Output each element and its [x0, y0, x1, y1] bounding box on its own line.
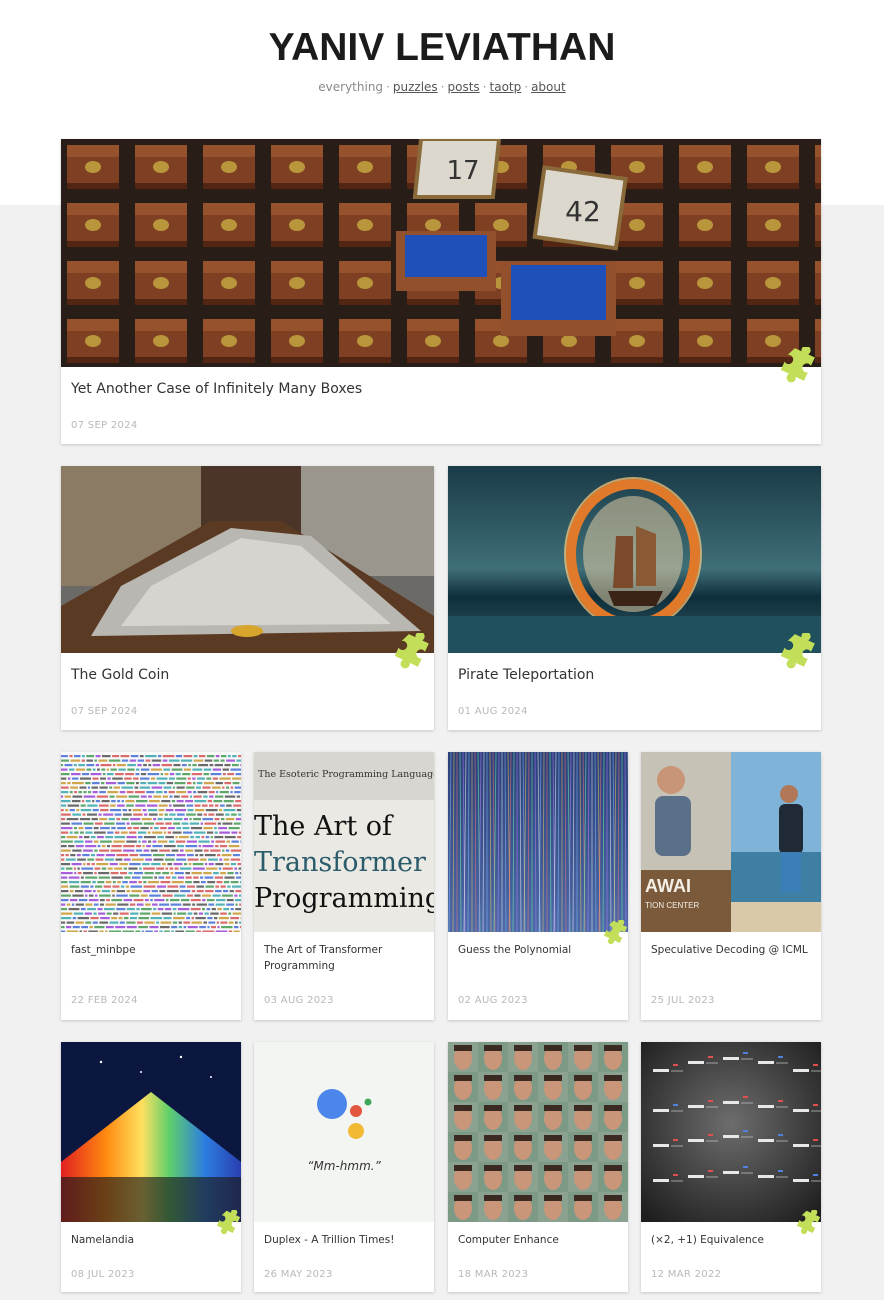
post-title[interactable]: The Gold Coin — [71, 667, 424, 683]
post-image[interactable] — [448, 752, 628, 932]
post-card[interactable]: Namelandia 08 JUL 2023 — [61, 1042, 243, 1292]
puzzle-icon — [794, 1210, 823, 1238]
post-date: 26 MAY 2023 — [264, 1269, 333, 1280]
nav-puzzles[interactable]: puzzles — [393, 80, 438, 94]
post-image[interactable]: The Esoteric Programming Language at the… — [254, 752, 434, 932]
post-title[interactable]: The Art of Transformer Programming — [264, 942, 424, 974]
post-title[interactable]: Computer Enhance — [458, 1232, 618, 1248]
post-card[interactable]: Pirate Teleportation 01 AUG 2024 — [448, 466, 821, 730]
nav-posts[interactable]: posts — [448, 80, 480, 94]
post-card[interactable]: Computer Enhance 18 MAR 2023 — [448, 1042, 628, 1292]
post-card[interactable]: 17 42 Yet Another Case of Infinitely Man… — [61, 139, 821, 444]
nav-everything[interactable]: everything — [318, 80, 383, 94]
post-image[interactable] — [448, 1042, 628, 1222]
post-date: 22 FEB 2024 — [71, 995, 138, 1006]
book-title-line1: The Art of — [254, 811, 394, 842]
post-image[interactable] — [448, 466, 821, 653]
sign-text: AWAI — [645, 876, 691, 896]
post-image[interactable] — [61, 752, 241, 932]
nav-about[interactable]: about — [531, 80, 566, 94]
puzzle-icon — [391, 633, 432, 674]
book-title-line2: Transformer — [254, 847, 426, 878]
post-image[interactable] — [61, 1042, 241, 1222]
book-header-text: The Esoteric Programming Language at the… — [258, 769, 434, 780]
book-title-line3: Programming — [254, 883, 434, 914]
post-title[interactable]: Pirate Teleportation — [458, 667, 811, 683]
post-date: 08 JUL 2023 — [71, 1269, 135, 1280]
post-title[interactable]: Speculative Decoding @ ICML — [651, 942, 811, 958]
sign-subtext: TION CENTER — [645, 901, 699, 910]
nav-bar: everything · puzzles · posts · taotp · about — [318, 80, 566, 94]
post-date: 07 SEP 2024 — [71, 420, 138, 431]
post-image[interactable] — [641, 1042, 821, 1222]
post-title[interactable]: Yet Another Case of Infinitely Many Boxe… — [71, 381, 811, 397]
post-card[interactable]: “Mm-hmm.” Duplex - A Trillion Times! 26 … — [254, 1042, 434, 1292]
post-date: 18 MAR 2023 — [458, 1269, 529, 1280]
box-number-42: 42 — [565, 195, 601, 228]
post-card[interactable]: The Gold Coin 07 SEP 2024 — [61, 466, 434, 730]
puzzle-icon — [777, 633, 818, 674]
post-image[interactable]: 17 42 — [61, 139, 821, 367]
post-title[interactable]: (×2, +1) Equivalence — [651, 1232, 811, 1248]
post-date: 02 AUG 2023 — [458, 995, 528, 1006]
nav-taotp[interactable]: taotp — [490, 80, 522, 94]
post-date: 12 MAR 2022 — [651, 1269, 722, 1280]
site-title[interactable]: YANIV LEVIATHAN — [0, 26, 884, 70]
puzzle-icon — [214, 1210, 243, 1238]
post-image[interactable] — [61, 466, 434, 653]
post-date: 25 JUL 2023 — [651, 995, 715, 1006]
quote-text: “Mm-hmm.” — [307, 1159, 381, 1173]
post-title[interactable]: Duplex - A Trillion Times! — [264, 1232, 424, 1248]
post-title[interactable]: Namelandia — [71, 1232, 231, 1248]
post-date: 03 AUG 2023 — [264, 995, 334, 1006]
post-title[interactable]: fast_minbpe — [71, 942, 231, 958]
box-number-17: 17 — [446, 156, 479, 186]
puzzle-icon — [601, 920, 630, 948]
post-date: 07 SEP 2024 — [71, 706, 138, 717]
site-header: YANIV LEVIATHAN everything · puzzles · posts… — [0, 0, 884, 94]
post-image[interactable]: “Mm-hmm.” — [254, 1042, 434, 1222]
post-card[interactable]: (×2, +1) Equivalence 12 MAR 2022 — [641, 1042, 823, 1292]
post-title[interactable]: Guess the Polynomial — [458, 942, 618, 958]
post-image[interactable]: AWAI TION CENTER — [641, 752, 821, 932]
post-date: 01 AUG 2024 — [458, 706, 528, 717]
post-card[interactable]: AWAI TION CENTER Speculative Decoding @ … — [641, 752, 821, 1020]
post-card[interactable]: The Esoteric Programming Language at the… — [254, 752, 434, 1020]
puzzle-icon — [777, 347, 818, 388]
post-card[interactable]: Guess the Polynomial 02 AUG 2023 — [448, 752, 630, 1020]
post-card[interactable]: fast_minbpe 22 FEB 2024 — [61, 752, 241, 1020]
